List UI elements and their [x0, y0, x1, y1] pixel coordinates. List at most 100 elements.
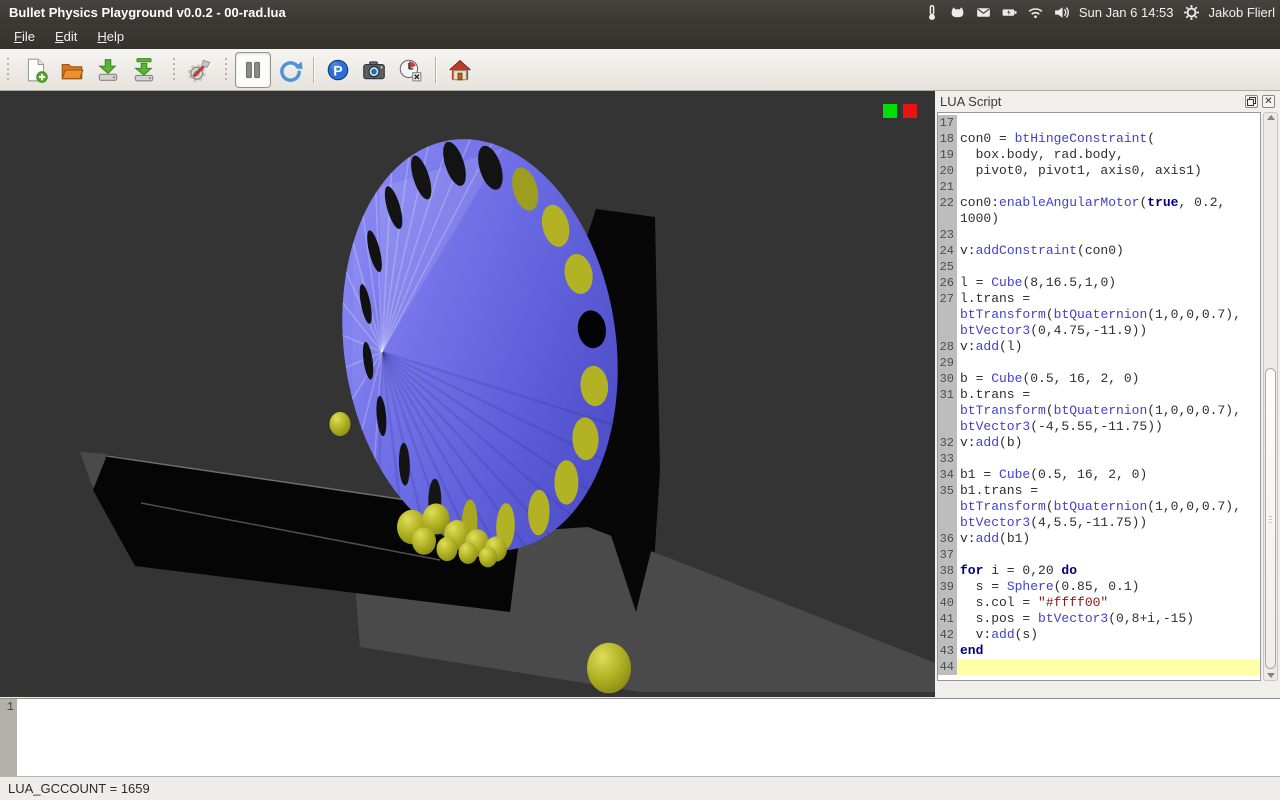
scrollbar-thumb[interactable] [1265, 368, 1276, 669]
code-line[interactable]: 32v:add(b) [938, 435, 1260, 451]
title-bar: Bullet Physics Playground v0.0.2 - 00-ra… [0, 0, 1280, 24]
code-line[interactable]: 25 [938, 259, 1260, 275]
stop-indicator[interactable] [903, 104, 917, 118]
toolbar-grip[interactable] [5, 58, 10, 82]
code-line[interactable]: 37 [938, 547, 1260, 563]
home-button[interactable] [443, 52, 477, 88]
sphere [412, 527, 436, 555]
code-line[interactable]: btVector3(0,4.75,-11.9)) [938, 323, 1260, 339]
volume-icon[interactable] [1053, 4, 1070, 21]
toolbar-separator [435, 57, 437, 83]
restore-icon [1247, 97, 1256, 106]
run-indicator[interactable] [883, 104, 897, 118]
clock-x-icon [397, 57, 423, 83]
code-line[interactable]: 31b.trans = [938, 387, 1260, 403]
close-icon: ✕ [1264, 97, 1272, 107]
line-number: 43 [938, 643, 957, 659]
code-line[interactable]: 18con0 = btHingeConstraint( [938, 131, 1260, 147]
console-line-number: 1 [0, 699, 17, 776]
code-line[interactable]: 38for i = 0,20 do [938, 563, 1260, 579]
code-line[interactable]: 26l = Cube(8,16.5,1,0) [938, 275, 1260, 291]
line-number: 44 [938, 659, 957, 675]
code-line[interactable]: 17 [938, 115, 1260, 131]
new-file-icon [23, 57, 49, 83]
code-editor[interactable]: 1718con0 = btHingeConstraint(19 box.body… [937, 112, 1261, 681]
code-line[interactable]: 36v:add(b1) [938, 531, 1260, 547]
editor-scrollbar[interactable] [1263, 112, 1278, 681]
code-line[interactable]: 42 v:add(s) [938, 627, 1260, 643]
user-menu[interactable]: Jakob Flierl [1209, 5, 1275, 20]
thermometer-icon[interactable] [923, 4, 940, 21]
menu-help[interactable]: Help [87, 26, 134, 47]
code-line[interactable]: btTransform(btQuaternion(1,0,0,0.7), [938, 403, 1260, 419]
console-content[interactable] [17, 699, 1280, 776]
code-line[interactable]: 43end [938, 643, 1260, 659]
line-number: 19 [938, 147, 957, 163]
line-number: 42 [938, 627, 957, 643]
scene-canvas[interactable] [0, 91, 935, 697]
panel-close-button[interactable]: ✕ [1262, 95, 1275, 108]
code-line[interactable]: btTransform(btQuaternion(1,0,0,0.7), [938, 307, 1260, 323]
code-line[interactable]: 22con0:enableAngularMotor(true, 0.2, [938, 195, 1260, 211]
code-line[interactable]: 27l.trans = [938, 291, 1260, 307]
code-line[interactable]: 34b1 = Cube(0.5, 16, 2, 0) [938, 467, 1260, 483]
line-number: 38 [938, 563, 957, 579]
code-line[interactable]: btTransform(btQuaternion(1,0,0,0.7), [938, 499, 1260, 515]
scroll-down-arrow[interactable] [1267, 673, 1275, 678]
code-line[interactable]: 20 pivot0, pivot1, axis0, axis1) [938, 163, 1260, 179]
line-number: 34 [938, 467, 957, 483]
viewport-3d[interactable] [0, 91, 935, 697]
menu-file[interactable]: File [4, 26, 45, 47]
code-line[interactable]: 33 [938, 451, 1260, 467]
code-line[interactable]: 41 s.pos = btVector3(0,8+i,-15) [938, 611, 1260, 627]
gear-icon[interactable] [1183, 4, 1200, 21]
pause-simulation-button[interactable] [235, 52, 271, 88]
screenshot-button[interactable] [357, 52, 391, 88]
run-script-button[interactable]: P [321, 52, 355, 88]
toolbar: P [0, 49, 1280, 91]
mail-icon[interactable] [975, 4, 992, 21]
code-line[interactable]: 30b = Cube(0.5, 16, 2, 0) [938, 371, 1260, 387]
run-icon: P [325, 57, 351, 83]
svg-text:P: P [333, 62, 342, 78]
line-number: 22 [938, 195, 957, 211]
toolbar-grip[interactable] [171, 58, 176, 82]
new-file-button[interactable] [19, 52, 53, 88]
save-file-button[interactable] [91, 52, 125, 88]
menu-edit[interactable]: Edit [45, 26, 87, 47]
toolbar-grip[interactable] [223, 58, 228, 82]
scroll-up-arrow[interactable] [1267, 115, 1275, 120]
line-number: 17 [938, 115, 957, 131]
line-number: 31 [938, 387, 957, 403]
restart-simulation-button[interactable] [273, 52, 307, 88]
battery-icon[interactable] [1001, 4, 1018, 21]
code-line[interactable]: 23 [938, 227, 1260, 243]
save-as-icon [131, 57, 157, 83]
sphere [459, 542, 478, 564]
preferences-button[interactable] [183, 52, 217, 88]
panel-float-button[interactable] [1245, 95, 1258, 108]
code-line[interactable]: 35b1.trans = [938, 483, 1260, 499]
code-line[interactable]: 40 s.col = "#ffff00" [938, 595, 1260, 611]
code-line[interactable]: 39 s = Sphere(0.85, 0.1) [938, 579, 1260, 595]
code-line[interactable]: btVector3(4,5.5,-11.75)) [938, 515, 1260, 531]
code-line[interactable]: btVector3(-4,5.55,-11.75)) [938, 419, 1260, 435]
code-line[interactable]: 21 [938, 179, 1260, 195]
code-line[interactable]: 28v:add(l) [938, 339, 1260, 355]
line-number [938, 515, 957, 531]
code-line[interactable]: 44 [938, 659, 1260, 675]
open-file-button[interactable] [55, 52, 89, 88]
line-number: 41 [938, 611, 957, 627]
line-number: 35 [938, 483, 957, 499]
code-line[interactable]: 19 box.body, rad.body, [938, 147, 1260, 163]
timer-button[interactable] [393, 52, 427, 88]
code-line[interactable]: 24v:addConstraint(con0) [938, 243, 1260, 259]
wifi-icon[interactable] [1027, 4, 1044, 21]
line-number: 36 [938, 531, 957, 547]
cat-icon[interactable] [949, 4, 966, 21]
code-line[interactable]: 1000) [938, 211, 1260, 227]
code-line[interactable]: 29 [938, 355, 1260, 371]
save-icon [95, 57, 121, 83]
save-file-as-button[interactable] [127, 52, 161, 88]
clock[interactable]: Sun Jan 6 14:53 [1079, 5, 1174, 20]
